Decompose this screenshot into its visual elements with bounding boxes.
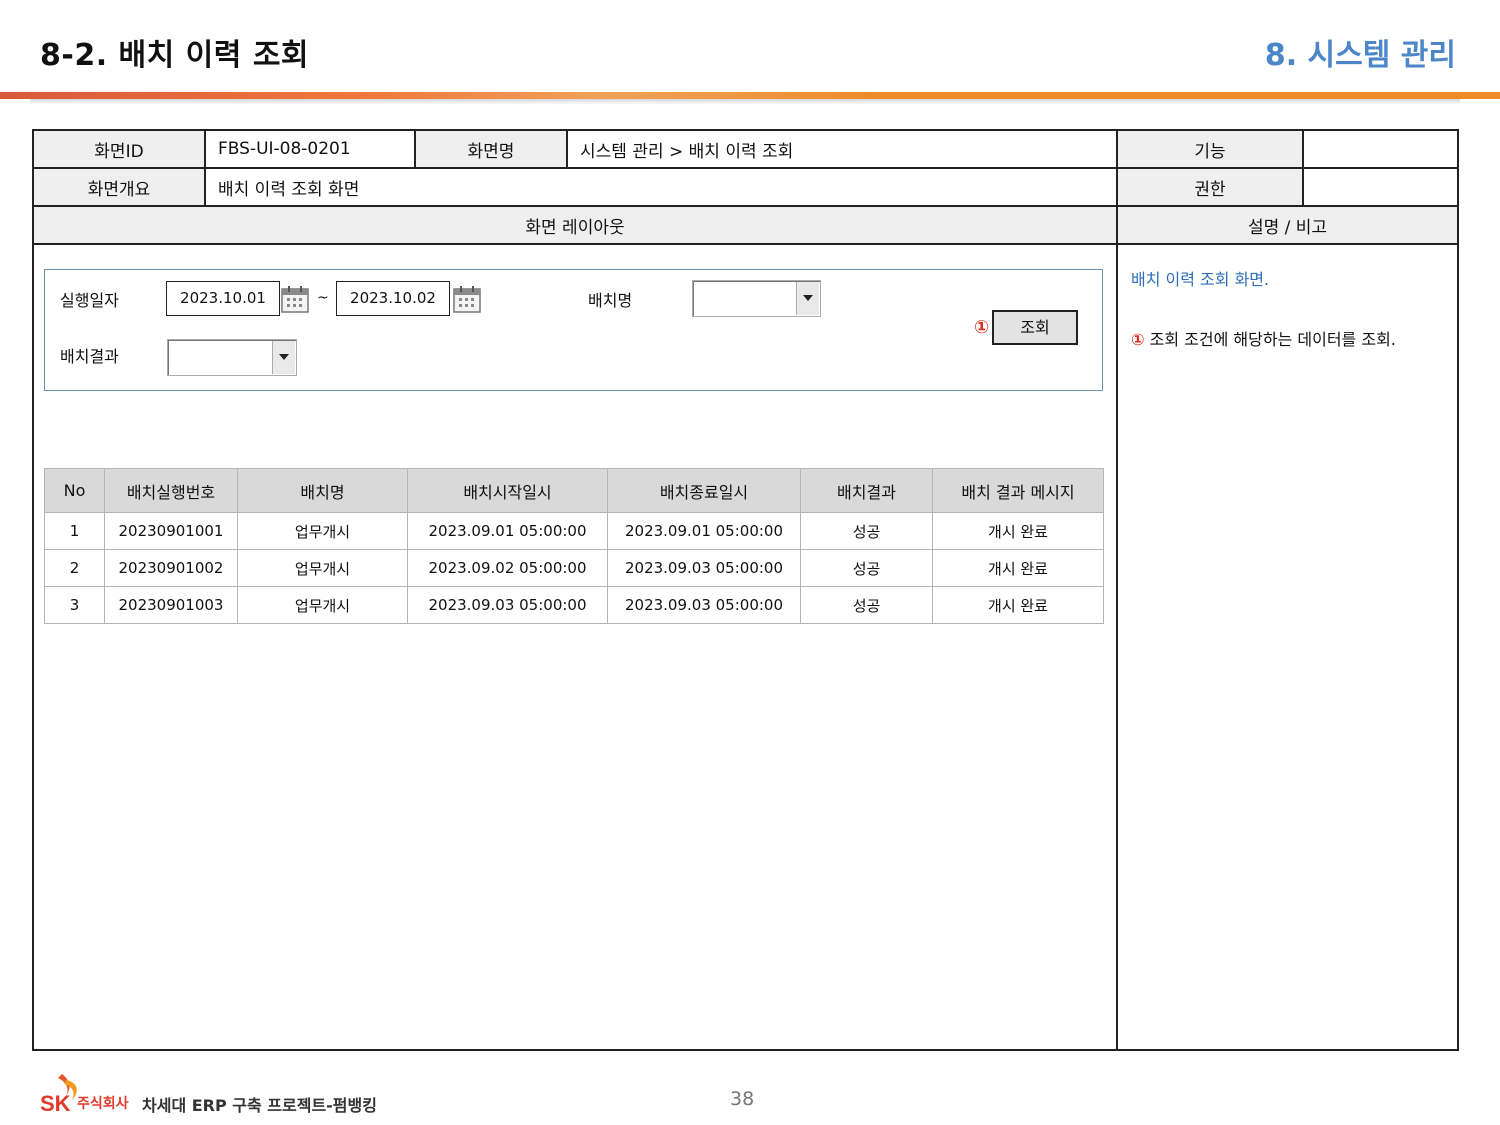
permission-value [1302,167,1459,207]
note-marker-1: ① [1131,330,1145,349]
cell-result: 성공 [800,512,933,550]
footer-company: 주식회사 [77,1096,129,1112]
page-number: 38 [730,1088,755,1110]
cell-result-message: 개시 완료 [932,549,1104,587]
column-header-result[interactable]: 배치결과 [800,468,933,513]
cell-end-time: 2023.09.03 05:00:00 [607,586,801,624]
batch-history-grid: No 배치실행번호 배치명 배치시작일시 배치종료일시 배치결과 배치 결과 메… [44,468,1104,624]
batch-result-label: 배치결과 [60,347,119,366]
column-header-batch-name[interactable]: 배치명 [237,468,408,513]
date-to-input[interactable]: 2023.10.02 [336,281,450,316]
callout-marker-1: ① [974,317,990,338]
date-from-input[interactable]: 2023.10.01 [166,281,280,316]
cell-end-time: 2023.09.01 05:00:00 [607,512,801,550]
overview-label: 화면개요 [32,167,206,207]
search-button[interactable]: 조회 [992,310,1078,345]
cell-no: 3 [44,586,105,624]
cell-result: 성공 [800,586,933,624]
cell-start-time: 2023.09.01 05:00:00 [407,512,608,550]
cell-batch-name: 업무개시 [237,549,408,587]
cell-start-time: 2023.09.02 05:00:00 [407,549,608,587]
cell-no: 2 [44,549,105,587]
date-range-separator: ~ [317,290,329,306]
screen-name-value: 시스템 관리 > 배치 이력 조회 [566,129,1118,169]
section-title: 8. 시스템 관리 [1264,38,1456,73]
document-title: 8-2. 배치 이력 조회 [40,38,310,73]
permission-label: 권한 [1116,167,1304,207]
notes-area [1116,243,1459,1051]
screen-name-label: 화면명 [414,129,568,169]
cell-exec-number: 20230901001 [104,512,238,550]
calendar-to-icon[interactable] [453,285,481,317]
function-value [1302,129,1459,169]
cell-no: 1 [44,512,105,550]
screen-id-label: 화면ID [32,129,206,169]
column-header-end-time[interactable]: 배치종료일시 [607,468,801,513]
notes-header: 설명 / 비고 [1116,205,1459,245]
table-row[interactable]: 1 20230901001 업무개시 2023.09.01 05:00:00 2… [44,512,1104,550]
chevron-down-icon [796,282,819,315]
cell-exec-number: 20230901003 [104,586,238,624]
cell-exec-number: 20230901002 [104,549,238,587]
cell-result: 성공 [800,549,933,587]
cell-batch-name: 업무개시 [237,512,408,550]
chevron-down-icon [272,341,295,374]
note-item-1: ① 조회 조건에 해당하는 데이터를 조회. [1131,326,1396,350]
column-header-result-message[interactable]: 배치 결과 메시지 [932,468,1104,513]
column-header-start-time[interactable]: 배치시작일시 [407,468,608,513]
calendar-from-icon[interactable] [281,285,309,317]
table-row[interactable]: 2 20230901002 업무개시 2023.09.02 05:00:00 2… [44,549,1104,587]
cell-start-time: 2023.09.03 05:00:00 [407,586,608,624]
footer-project: 차세대 ERP 구축 프로젝트-펌뱅킹 [142,1096,377,1115]
overview-value: 배치 이력 조회 화면 [204,167,1118,207]
svg-text:SK: SK [40,1091,71,1116]
column-header-no[interactable]: No [44,468,105,513]
cell-result-message: 개시 완료 [932,586,1104,624]
table-row[interactable]: 3 20230901003 업무개시 2023.09.03 05:00:00 2… [44,586,1104,624]
note-description: 배치 이력 조회 화면. [1131,270,1270,289]
header-divider-shadow [30,99,1460,105]
cell-batch-name: 업무개시 [237,586,408,624]
batch-name-label: 배치명 [588,291,633,310]
note-item-1-text: 조회 조건에 해당하는 데이터를 조회. [1149,330,1396,349]
layout-header: 화면 레이아웃 [32,205,1118,245]
screen-id-value: FBS-UI-08-0201 [204,129,416,169]
function-label: 기능 [1116,129,1304,169]
batch-name-select[interactable] [692,280,821,317]
cell-result-message: 개시 완료 [932,512,1104,550]
column-header-exec-number[interactable]: 배치실행번호 [104,468,238,513]
header-divider [0,92,1500,99]
cell-end-time: 2023.09.03 05:00:00 [607,549,801,587]
batch-result-select[interactable] [167,339,297,376]
exec-date-label: 실행일자 [60,291,119,310]
